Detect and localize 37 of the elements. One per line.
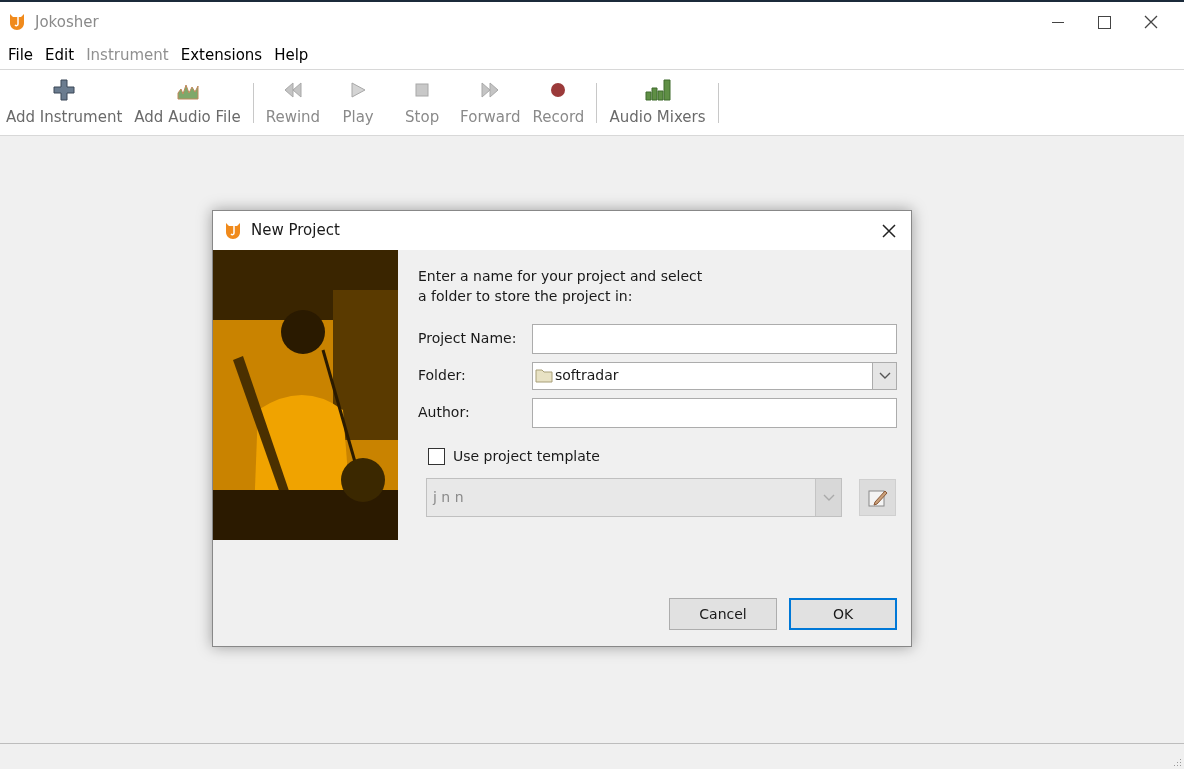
- checkbox[interactable]: [428, 447, 445, 465]
- field-label: Author:: [418, 403, 471, 422]
- close-icon[interactable]: [1144, 15, 1158, 29]
- dialog-button[interactable]: Cancel: [669, 598, 777, 630]
- fast-forward-icon: [481, 81, 500, 98]
- rewind-icon: [283, 81, 302, 98]
- folder-icon: [535, 368, 553, 383]
- folder-dropdown[interactable]: softradar: [532, 361, 897, 390]
- app-logo-icon: [225, 221, 241, 240]
- field-label: Project Name:: [418, 329, 518, 348]
- app-logo-icon: [9, 13, 25, 31]
- play-icon: [350, 81, 367, 98]
- instruction-text: a folder to store the project in:: [418, 287, 634, 306]
- dialog-title: New Project: [251, 220, 340, 242]
- toolbar-button[interactable]: Add Audio File: [128, 76, 247, 129]
- close-icon[interactable]: [882, 223, 896, 238]
- window-title: Jokosher: [35, 11, 99, 33]
- dialog-button[interactable]: OK: [789, 598, 897, 630]
- toolbar-button[interactable]: Audio Mixers: [603, 76, 712, 129]
- menu-item[interactable]: File: [2, 44, 40, 67]
- stop-icon: [415, 82, 430, 97]
- resize-grip-icon: [1172, 757, 1182, 767]
- plus-icon: [53, 78, 76, 101]
- checkbox-label: Use project template: [453, 446, 600, 466]
- text-field[interactable]: [532, 397, 897, 428]
- folder-value: softradar: [555, 366, 619, 385]
- record-icon: [550, 81, 567, 98]
- instruction-text: Enter a name for your project and select: [418, 267, 704, 286]
- level-bars-icon: [644, 78, 671, 101]
- menu-item[interactable]: Edit: [39, 44, 81, 67]
- menu-item[interactable]: Extensions: [174, 44, 269, 67]
- toolbar-button[interactable]: Add Instrument: [0, 76, 129, 129]
- template-value: j n n: [433, 488, 464, 507]
- menu-item[interactable]: Help: [268, 44, 315, 67]
- edit-button[interactable]: [859, 479, 896, 516]
- field-label: Folder:: [418, 366, 467, 385]
- text-field[interactable]: [532, 323, 897, 354]
